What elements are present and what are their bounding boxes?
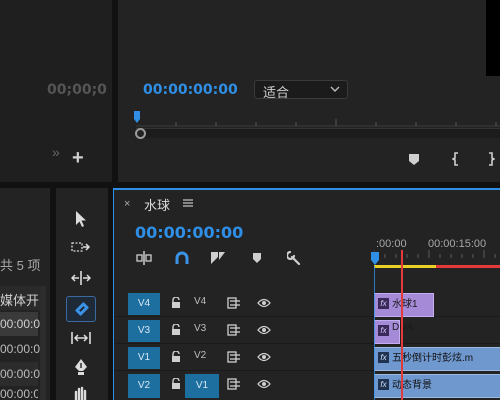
insert-nest-icon[interactable]: [136, 251, 152, 265]
zoom-scrollbar[interactable]: [136, 128, 500, 138]
eye-icon[interactable]: [257, 379, 271, 389]
mark-in-icon[interactable]: [452, 152, 460, 166]
eye-icon[interactable]: [257, 298, 271, 308]
track-target-toggle[interactable]: V4: [128, 293, 160, 315]
track-row-v3[interactable]: V3 V3 fx DNA: [114, 318, 500, 344]
items-count: 共 5 项: [0, 258, 41, 273]
add-marker-icon[interactable]: [252, 252, 262, 264]
wrench-settings-icon[interactable]: [287, 251, 301, 265]
ripple-edit-tool-icon[interactable]: [71, 270, 91, 286]
lock-icon[interactable]: [171, 378, 181, 390]
playhead-handle[interactable]: [371, 252, 379, 266]
render-status-bar: [436, 265, 500, 268]
project-column-header[interactable]: 媒体开: [0, 286, 40, 310]
clip[interactable]: fx 动态背景: [374, 374, 500, 398]
lock-icon[interactable]: [171, 351, 181, 363]
clip-label: 水球1: [392, 299, 418, 310]
timeline-timecode[interactable]: 00:00:00:00: [135, 223, 243, 242]
sync-lock-icon[interactable]: [227, 351, 241, 363]
track-target-toggle[interactable]: V2: [128, 374, 160, 398]
panel-menu-icon[interactable]: [183, 198, 193, 208]
project-row-timecode: 00:00:0: [0, 387, 38, 400]
sync-lock-icon[interactable]: [227, 324, 241, 336]
program-playhead-marker[interactable]: [134, 111, 140, 125]
fx-badge-icon: fx: [378, 379, 389, 390]
zoom-scroll-handle[interactable]: [135, 128, 146, 139]
linked-selection-icon[interactable]: [210, 251, 226, 265]
timeline-panel: × 水球 00:00:00:00 :00:00 00:00:15:00 V4 V…: [113, 188, 500, 400]
razor-tool-button[interactable]: [66, 296, 96, 322]
track-row-v2[interactable]: V1 V2 fx 五秒倒计时彭炫.m: [114, 345, 500, 371]
track-row-v4[interactable]: V4 V4 fx 水球1: [114, 291, 500, 317]
fx-badge-icon: fx: [378, 325, 389, 336]
clip-label: 五秒倒计时彭炫.m: [392, 353, 474, 364]
fit-dropdown[interactable]: 适合: [254, 80, 348, 100]
video-preview-area: [486, 0, 500, 76]
lock-icon[interactable]: [171, 324, 181, 336]
add-marker-icon[interactable]: [408, 153, 420, 166]
sequence-tab-title[interactable]: 水球: [144, 195, 170, 214]
source-timecode[interactable]: 00;00;0: [47, 82, 107, 98]
column-header-label: 媒体开: [0, 293, 40, 308]
track-target-toggle[interactable]: V1: [128, 347, 160, 369]
clip[interactable]: fx 五秒倒计时彭炫.m: [374, 347, 500, 371]
tools-panel: [56, 188, 108, 400]
program-scrub-ruler[interactable]: [136, 112, 500, 128]
selection-tool-icon[interactable]: [74, 210, 88, 228]
project-row-timecode: 00:00:0: [0, 317, 41, 331]
pen-tool-icon[interactable]: [73, 358, 89, 376]
clip-label: 动态背景: [392, 380, 432, 391]
program-timecode[interactable]: 00:00:00:00: [143, 82, 238, 98]
project-row[interactable]: 00:00:0: [0, 362, 41, 386]
playhead-line[interactable]: [401, 250, 403, 400]
add-button[interactable]: +: [72, 148, 84, 168]
clip[interactable]: fx 水球1: [374, 293, 434, 317]
project-row-timecode: 00:00:0: [0, 367, 41, 381]
chevron-down-icon: [330, 83, 340, 95]
slip-tool-icon[interactable]: [70, 331, 92, 345]
ruler-label: 00:00:15:00: [428, 238, 487, 250]
source-monitor-panel: 00;00;0 » +: [0, 0, 112, 182]
razor-tool-icon: [73, 300, 91, 318]
program-monitor-panel: 00:00:00:00 适合: [118, 0, 500, 182]
project-row[interactable]: 00:00:0: [0, 312, 41, 336]
sync-lock-icon[interactable]: [227, 297, 241, 309]
eye-icon[interactable]: [257, 352, 271, 362]
project-scrollbar[interactable]: [40, 286, 46, 400]
time-ruler[interactable]: [374, 250, 500, 266]
track-name-label[interactable]: V2: [194, 350, 206, 361]
playhead-start-line: [374, 266, 375, 400]
track-select-tool-icon[interactable]: [71, 240, 91, 254]
track-target-toggle[interactable]: V3: [128, 320, 160, 342]
nav-overflow-icon[interactable]: »: [52, 144, 60, 160]
project-row-timecode: 00:00:0: [0, 342, 41, 356]
eye-icon[interactable]: [257, 325, 271, 335]
clip[interactable]: fx DNA: [374, 320, 413, 344]
track-row-v1[interactable]: V2 V1 fx 动态背景: [114, 372, 500, 398]
project-row[interactable]: 00:00:0: [0, 337, 41, 361]
fx-badge-icon: fx: [378, 352, 389, 363]
close-icon[interactable]: ×: [124, 198, 130, 210]
sync-lock-icon[interactable]: [227, 378, 241, 390]
ruler-label: :00:00: [376, 238, 407, 250]
hand-tool-icon[interactable]: [73, 386, 89, 400]
snap-magnet-icon[interactable]: [175, 251, 189, 265]
track-name-label[interactable]: V4: [194, 296, 206, 307]
track-name-selected[interactable]: V1: [185, 374, 219, 398]
fx-badge-icon: fx: [378, 298, 389, 309]
project-row[interactable]: 00:00:0: [0, 387, 38, 400]
lock-icon[interactable]: [171, 297, 181, 309]
track-name-label[interactable]: V3: [194, 323, 206, 334]
work-area-bar[interactable]: [374, 265, 436, 268]
mark-out-icon[interactable]: [487, 152, 495, 166]
fit-dropdown-label: 适合: [263, 85, 290, 100]
project-panel: 共 5 项 媒体开 00:00:0 00:00:0 00:00:0 00:00:…: [0, 188, 50, 400]
